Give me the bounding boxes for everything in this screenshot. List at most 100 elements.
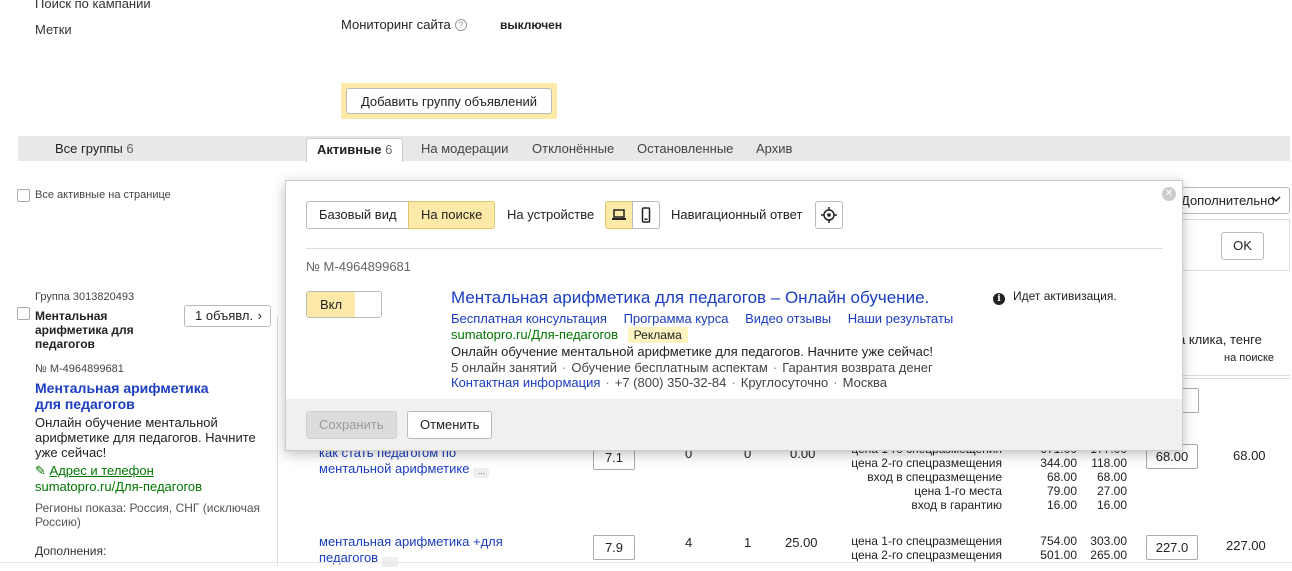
tab-all-groups-label: Все группы bbox=[55, 141, 123, 156]
ok-button[interactable]: OK bbox=[1221, 232, 1264, 260]
group-name[interactable]: Ментальная арифметика для педагогов bbox=[35, 309, 175, 351]
close-icon[interactable]: ✕ bbox=[1162, 187, 1176, 201]
ads-count-label: 1 объявл. bbox=[195, 308, 254, 323]
keyword-text: ментальная арифметика +для педагогов bbox=[319, 534, 503, 565]
select-all-checkbox[interactable] bbox=[17, 189, 30, 202]
chevron-down-icon bbox=[1270, 193, 1282, 208]
group-checkbox[interactable] bbox=[17, 307, 30, 320]
tab-moderation[interactable]: На модерации bbox=[421, 141, 508, 156]
display-url: sumatopro.ru/Для-педагогов bbox=[35, 479, 203, 494]
tab-active-count: 6 bbox=[385, 142, 393, 157]
separator-dot: · bbox=[833, 375, 838, 390]
tab-rejected[interactable]: Отклонённые bbox=[532, 141, 614, 156]
sitelinks: Бесплатная консультация Программа курса … bbox=[451, 311, 966, 326]
price-value: 16.00 bbox=[1046, 498, 1077, 512]
group-id: Группа 3013820493 bbox=[35, 291, 135, 303]
ad-text: Онлайн обучение ментальной арифметике дл… bbox=[451, 344, 934, 359]
contact-row: Контактная информация · +7 (800) 350-32-84… bbox=[451, 375, 887, 390]
stat-cell: 1 bbox=[744, 535, 752, 550]
ad-status: i Идет активизация. bbox=[993, 289, 1117, 305]
sitelink[interactable]: Видео отзывы bbox=[745, 311, 831, 326]
search-price: 227.00 bbox=[1226, 538, 1266, 553]
info-icon: i bbox=[993, 293, 1005, 305]
ad-toggle[interactable]: Вкл bbox=[306, 291, 382, 318]
price-header-cell: а клика, тенге на поиске bbox=[1175, 318, 1290, 376]
price-value: 303.00 bbox=[1090, 534, 1127, 548]
tab-archive[interactable]: Архив bbox=[756, 141, 792, 156]
price-value: 79.00 bbox=[1046, 484, 1077, 498]
price-col-b: 177.00 118.00 68.00 27.00 16.00 bbox=[1080, 442, 1127, 512]
position-label: вход в гарантию bbox=[911, 498, 1002, 512]
price-col-a: 671.00 344.00 68.00 79.00 16.00 bbox=[1030, 442, 1077, 512]
price-value: 68.00 bbox=[1046, 470, 1077, 484]
ads-count-button[interactable]: 1 объявл. › bbox=[184, 305, 271, 327]
position-label: цена 1-го места bbox=[914, 484, 1002, 498]
tab-all-groups[interactable]: Все группы 6 bbox=[55, 141, 134, 156]
tab-active[interactable]: Активные 6 bbox=[306, 138, 404, 162]
address-phone-link[interactable]: Адрес и телефон bbox=[50, 463, 154, 478]
position-label: цена 2-го спецразмещения bbox=[851, 548, 1002, 562]
callout: Гарантия возврата денег bbox=[782, 360, 933, 375]
price-value: 754.00 bbox=[1040, 534, 1077, 548]
sitelink[interactable]: Программа курса bbox=[624, 311, 729, 326]
sitelink[interactable]: Наши результаты bbox=[848, 311, 954, 326]
divider bbox=[306, 248, 1163, 249]
quality-score: 7.9 bbox=[593, 535, 635, 560]
position-label: цена 2-го спецразмещения bbox=[851, 456, 1002, 470]
separator-dot: · bbox=[605, 375, 610, 390]
price-value: 118.00 bbox=[1091, 456, 1127, 470]
contact-info-link[interactable]: Контактная информация bbox=[451, 375, 600, 390]
position-label: вход в спецразмещение bbox=[867, 470, 1002, 484]
more-icon[interactable]: ... bbox=[473, 467, 490, 478]
popup-footer: Сохранить Отменить bbox=[286, 399, 1182, 450]
search-price: 68.00 bbox=[1233, 448, 1266, 463]
save-button[interactable]: Сохранить bbox=[306, 411, 397, 439]
view-basic-button[interactable]: Базовый вид bbox=[306, 201, 410, 229]
cancel-button[interactable]: Отменить bbox=[407, 411, 493, 439]
url-row: sumatopro.ru/Для-педагогов Реклама bbox=[451, 327, 688, 343]
price-col-b: 303.00 265.00 bbox=[1080, 534, 1127, 562]
desktop-icon[interactable] bbox=[605, 201, 633, 229]
add-group-highlight: Добавить группу объявлений bbox=[341, 83, 557, 119]
separator-dot: · bbox=[562, 360, 567, 375]
monitoring-label: Мониторинг сайта? bbox=[341, 17, 467, 32]
ad-number: № M-4964899681 bbox=[306, 259, 412, 274]
callout: Обучение бесплатным аспектам bbox=[571, 360, 768, 375]
ad-text: Онлайн обучение ментальной арифметике дл… bbox=[35, 415, 256, 460]
hours: Круглосуточно bbox=[740, 375, 829, 390]
tab-all-groups-count: 6 bbox=[126, 141, 134, 156]
location-target-icon[interactable] bbox=[815, 201, 843, 229]
add-group-button[interactable]: Добавить группу объявлений bbox=[346, 88, 552, 114]
mobile-icon[interactable] bbox=[632, 201, 660, 229]
labels-link[interactable]: Метки bbox=[35, 22, 72, 37]
tab-active-label: Активные bbox=[317, 142, 382, 157]
separator-dot: · bbox=[772, 360, 778, 375]
bid-input[interactable]: 227.0 bbox=[1146, 535, 1198, 560]
regions: Регионы показа: Россия, СНГ (исключая Ро… bbox=[35, 501, 260, 529]
chevron-right-icon: › bbox=[257, 308, 262, 323]
help-icon[interactable]: ? bbox=[454, 19, 467, 31]
display-url[interactable]: sumatopro.ru/Для-педагогов bbox=[451, 327, 618, 342]
monitoring-status: выключен bbox=[500, 18, 563, 32]
view-search-button[interactable]: На поиске bbox=[408, 201, 496, 229]
tab-stopped[interactable]: Остановленные bbox=[637, 141, 733, 156]
ad-title-link[interactable]: Ментальная арифметика для педагогов bbox=[35, 380, 235, 412]
sitelink[interactable]: Бесплатная консультация bbox=[451, 311, 607, 326]
phone: +7 (800) 350-32-84 bbox=[614, 375, 727, 390]
extensions-label: Дополнения: bbox=[35, 544, 107, 558]
nav-answer-label: Навигационный ответ bbox=[671, 207, 803, 222]
price-value: 16.00 bbox=[1096, 498, 1127, 512]
pencil-icon: ✎ bbox=[35, 463, 46, 478]
extra-dropdown-label: Дополнительно bbox=[1181, 193, 1275, 208]
divider bbox=[1175, 378, 1290, 379]
price-value: 344.00 bbox=[1040, 456, 1077, 470]
device-label: На устройстве bbox=[507, 207, 595, 222]
position-labels: цена 1-го спецразмещения цена 2-го спецр… bbox=[820, 534, 1002, 562]
price-value: 265.00 bbox=[1090, 548, 1127, 562]
search-by-campaign-link[interactable]: Поиск по кампании bbox=[35, 0, 151, 11]
stat-cell: 25.00 bbox=[785, 535, 818, 550]
price-value: 68.00 bbox=[1096, 470, 1127, 484]
price-value: 27.00 bbox=[1096, 484, 1127, 498]
position-label: цена 1-го спецразмещения bbox=[851, 534, 1002, 548]
ad-preview-title[interactable]: Ментальная арифметика для педагогов – Он… bbox=[451, 288, 929, 308]
